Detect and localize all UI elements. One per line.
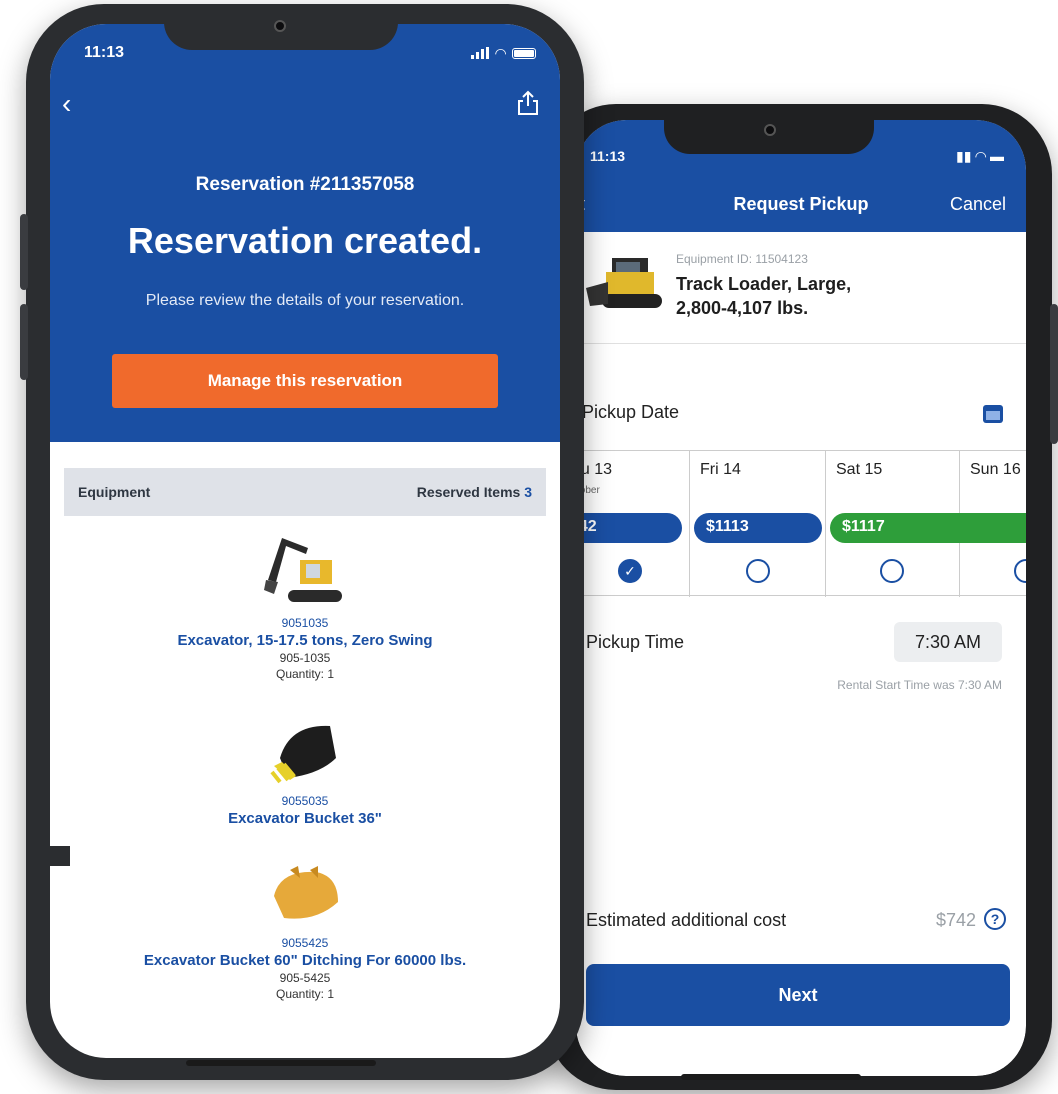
date-cell-sun[interactable]: Sun 16 [960,451,1026,597]
reservation-number: Reservation #211357058 [195,174,415,195]
item-code: 905-5425 [279,971,331,985]
list-item[interactable]: 9055425 Excavator Bucket 60" Ditching Fo… [50,866,560,1001]
volume-down-button [20,304,28,380]
cancel-button[interactable]: Cancel [950,194,1006,215]
item-code: 905-1035 [279,651,331,665]
help-icon[interactable]: ? [984,908,1006,930]
date-radio[interactable] [880,559,904,583]
date-radio-selected[interactable]: ✓ [618,559,642,583]
request-pickup-screen: 11:13 ▮▮ ◠ ▬ ‹ Request Pickup Cancel Equ… [576,120,1026,1076]
volume-up-button [20,214,28,290]
reserved-count: 3 [524,484,532,500]
notch [164,4,398,50]
divider [50,846,560,866]
battery-icon [512,47,536,59]
list-item[interactable]: 9055035 Excavator Bucket 36" [50,718,560,827]
signal-icon [471,47,490,59]
price-pill: 742 [576,513,682,543]
equipment-card: Equipment ID: 11504123 Track Loader, Lar… [576,232,1026,344]
reserved-items: Reserved Items 3 [417,484,532,500]
excavator-icon [264,538,342,602]
date-cell-thu[interactable]: hu 13 ctober 742 ✓ [576,451,690,597]
wifi-icon: ◠ [495,44,506,61]
equipment-label: Equipment [78,484,151,500]
home-indicator[interactable] [681,1074,861,1080]
price-value: $1117 [842,518,885,535]
reserved-label: Reserved Items [416,484,521,500]
next-button[interactable]: Next [586,964,1010,1026]
date-day: Sat 15 [836,461,883,478]
reservation-header: 11:13 ◠ ‹ Reservation #211357058 Reserva… [50,24,560,442]
manage-reservation-button[interactable]: Manage this reservation [112,354,498,408]
pickup-time-label: Pickup Time [586,632,685,652]
status-icons: ▮▮ ◠ ▬ [956,148,1004,164]
estimated-cost-label: Estimated additional cost [586,910,787,930]
item-id: 9051035 [281,616,329,630]
review-text: Please review the details of your reserv… [145,292,465,309]
reservation-screen: 11:13 ◠ ‹ Reservation #211357058 Reserva… [50,24,560,1058]
home-indicator[interactable] [186,1060,376,1066]
equipment-id: Equipment ID: 11504123 [676,252,808,266]
page-title: Reservation created. [127,220,483,261]
camera-icon [274,20,286,32]
estimated-cost-value: $742 [935,910,976,930]
item-title[interactable]: Excavator Bucket 36" [50,810,560,827]
pickup-date-label: Pickup Date [582,402,680,422]
item-title[interactable]: Excavator, 15-17.5 tons, Zero Swing [50,632,560,649]
item-id: 9055425 [281,936,329,950]
price-value: $1113 [706,518,749,535]
phone-left: 11:13 ◠ ‹ Reservation #211357058 Reserva… [20,4,584,1080]
status-icons: ◠ [471,45,536,62]
equipment-name-line2: 2,800-4,107 lbs. [676,298,809,318]
calendar-icon[interactable] [982,402,1004,424]
equipment-name-line1: Track Loader, Large, [676,274,852,294]
ditching-bucket-icon [274,866,338,919]
date-cell-fri[interactable]: Fri 14 $1113 [690,451,826,597]
nav-bar: ‹ Request Pickup Cancel [576,190,1026,220]
date-radio[interactable] [746,559,770,583]
notch [664,104,874,154]
pickup-time-field[interactable]: 7:30 AM [894,622,1002,662]
item-quantity: Quantity: 1 [275,987,335,1001]
equipment-name: Track Loader, Large, 2,800-4,107 lbs. [676,272,851,320]
date-cell-sat[interactable]: Sat 15 $1117 [826,451,1026,597]
share-icon[interactable] [516,90,540,116]
status-time: 11:13 [84,44,125,61]
date-day: Fri 14 [700,461,741,478]
equipment-bar: Equipment Reserved Items 3 [64,468,546,516]
date-day: Sun 16 [970,461,1021,478]
status-time: 11:13 [590,148,626,164]
power-button [1050,304,1058,444]
back-icon[interactable]: ‹ [62,88,71,120]
item-id: 9055035 [281,794,329,808]
price-pill: $1113 [694,513,822,543]
list-item[interactable]: 9051035 Excavator, 15-17.5 tons, Zero Sw… [50,530,560,681]
camera-icon [764,124,776,136]
track-loader-icon [586,258,662,308]
bucket-icon [270,725,336,784]
rental-start-note: Rental Start Time was 7:30 AM [837,678,1002,692]
date-radio[interactable] [1014,559,1026,583]
date-selector: hu 13 ctober 742 ✓ Fri 14 $1113 Sat 15 $… [576,450,1026,597]
item-title[interactable]: Excavator Bucket 60" Ditching For 60000 … [50,952,560,969]
phone-right: 11:13 ▮▮ ◠ ▬ ‹ Request Pickup Cancel Equ… [546,104,1058,1090]
item-quantity: Quantity: 1 [275,667,335,681]
